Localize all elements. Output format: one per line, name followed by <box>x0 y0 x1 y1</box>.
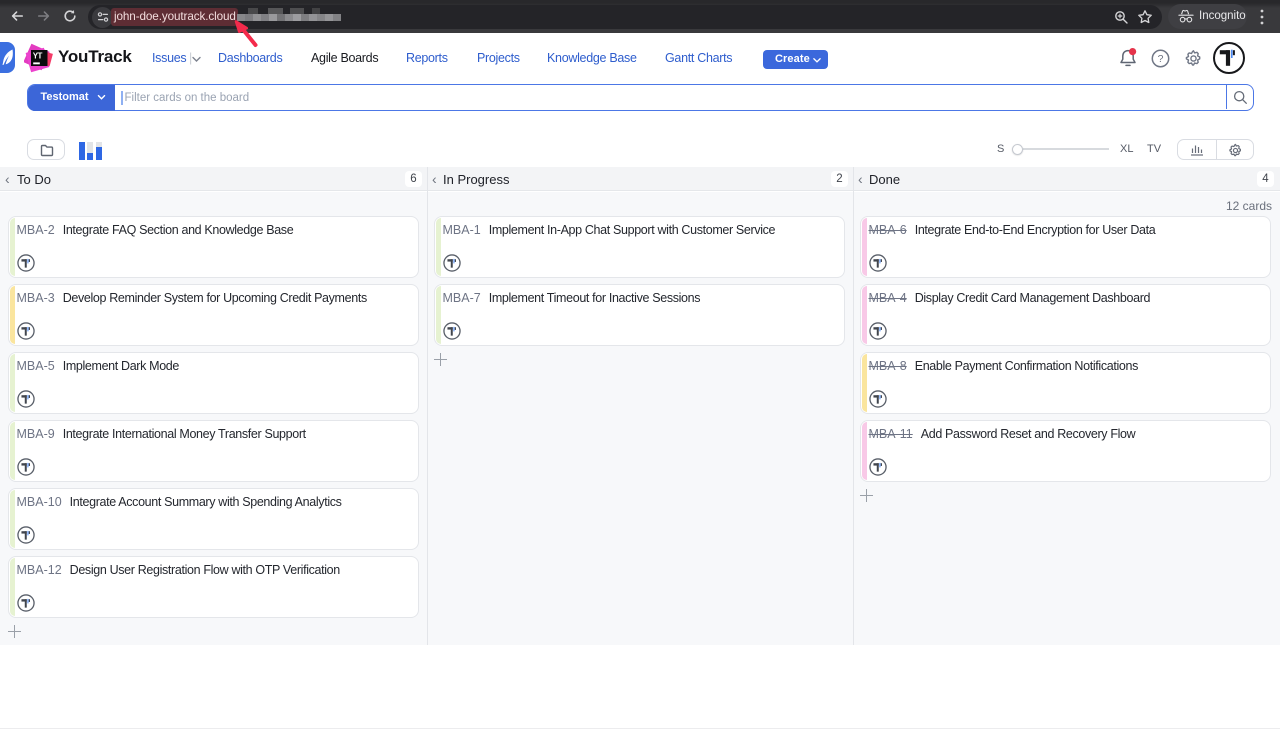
svg-text:?: ? <box>1158 53 1164 65</box>
svg-text:YT: YT <box>33 51 43 60</box>
